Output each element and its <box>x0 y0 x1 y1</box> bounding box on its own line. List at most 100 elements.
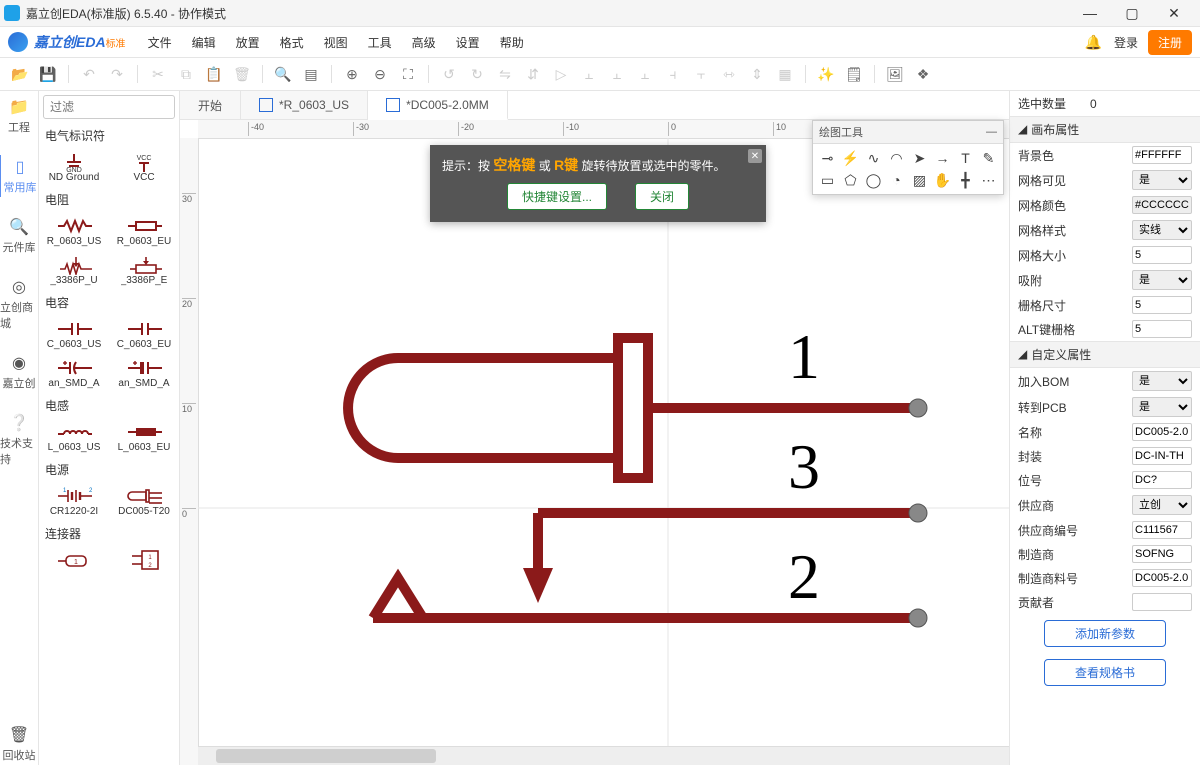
tool-align-bottom-icon[interactable]: ⫠ <box>605 62 629 86</box>
prop-contributor-input[interactable] <box>1132 593 1192 611</box>
draw-pan-icon[interactable]: ✋ <box>932 170 953 190</box>
tool-check-icon[interactable]: 🗒 <box>842 62 866 86</box>
menu-settings[interactable]: 设置 <box>446 34 490 51</box>
tool-search-icon[interactable]: 🔍 <box>271 62 295 86</box>
prop-gridcol-input[interactable] <box>1132 196 1192 214</box>
prop-pkg-input[interactable] <box>1132 447 1192 465</box>
dock-jlc[interactable]: ◉ 嘉立创 <box>0 351 38 393</box>
tool-delete-icon[interactable]: 🗑 <box>230 62 254 86</box>
palette-item-l-eu[interactable]: L_0603_EU <box>109 418 179 457</box>
palette-filter-input[interactable] <box>43 95 175 119</box>
dock-lcsc[interactable]: ◎ 立创商城 <box>0 275 38 333</box>
palette-item-c-eu[interactable]: C_0603_EU <box>109 315 179 354</box>
draw-spline-icon[interactable]: ∿ <box>863 148 884 168</box>
drawing-tools-titlebar[interactable]: 绘图工具 — <box>813 121 1003 144</box>
prop-gridstyle-select[interactable]: 实线 <box>1132 220 1192 240</box>
signup-button[interactable]: 注册 <box>1148 30 1192 55</box>
palette-item-cr1220[interactable]: 12 CR1220-2I <box>39 482 109 521</box>
tool-order-icon[interactable]: ▤ <box>299 62 323 86</box>
tool-flip-h-icon[interactable]: ⇋ <box>493 62 517 86</box>
tool-image-icon[interactable]: 🖼 <box>883 62 907 86</box>
menu-place[interactable]: 放置 <box>226 34 270 51</box>
tool-rotate-left-icon[interactable]: ↺ <box>437 62 461 86</box>
tool-zoom-in-icon[interactable]: ⊕ <box>340 62 364 86</box>
prop-bom-select[interactable]: 是 <box>1132 371 1192 391</box>
scrollbar-thumb[interactable] <box>216 749 436 763</box>
draw-pencil-icon[interactable]: ✎ <box>978 148 999 168</box>
tool-open-icon[interactable]: 📂 <box>8 62 32 86</box>
palette-item-r-us[interactable]: R_0603_US <box>39 212 109 251</box>
tool-distribute-h-icon[interactable]: ⇿ <box>717 62 741 86</box>
palette-item-c-us[interactable]: C_0603_US <box>39 315 109 354</box>
palette-item-conn-1[interactable]: 1 <box>39 546 109 574</box>
drawing-tools-palette[interactable]: 绘图工具 — ⊸ ⚡ ∿ ◠ ➤ → T ✎ ▭ ⬠ ◯ ◔ ▨ ✋ ╋ ⋯ <box>812 120 1004 195</box>
tool-align-center-v-icon[interactable]: ⫟ <box>689 62 713 86</box>
menu-help[interactable]: 帮助 <box>490 34 534 51</box>
prop-mfrno-input[interactable] <box>1132 569 1192 587</box>
tab-r0603[interactable]: *R_0603_US <box>241 91 368 119</box>
palette-item-cap-smd-a1[interactable]: an_SMD_A <box>39 354 109 393</box>
tool-undo-icon[interactable]: ↶ <box>77 62 101 86</box>
add-param-button[interactable]: 添加新参数 <box>1044 620 1166 647</box>
view-spec-button[interactable]: 查看规格书 <box>1044 659 1166 686</box>
draw-image-icon[interactable]: ▨ <box>909 170 930 190</box>
tool-cut-icon[interactable]: ✂ <box>146 62 170 86</box>
window-minimize-button[interactable]: — <box>1076 3 1104 23</box>
prop-altgrid-input[interactable] <box>1132 320 1192 338</box>
menu-format[interactable]: 格式 <box>270 34 314 51</box>
draw-origin-icon[interactable]: ╋ <box>955 170 976 190</box>
tool-paste-icon[interactable]: 📋 <box>202 62 226 86</box>
draw-arrowhead-icon[interactable]: ➤ <box>909 148 930 168</box>
horizontal-scrollbar[interactable] <box>198 746 1009 765</box>
hint-dismiss-button[interactable]: 关闭 <box>635 183 689 210</box>
tool-align-left-icon[interactable]: ▷ <box>549 62 573 86</box>
prop-snap-select[interactable]: 是 <box>1132 270 1192 290</box>
tool-filter-icon[interactable]: ✨ <box>814 62 838 86</box>
tab-start[interactable]: 开始 <box>180 91 241 119</box>
draw-arc-icon[interactable]: ◠ <box>886 148 907 168</box>
tool-redo-icon[interactable]: ↷ <box>105 62 129 86</box>
tool-fit-icon[interactable]: ⛶ <box>396 62 420 86</box>
hint-close-button[interactable]: ✕ <box>748 149 762 163</box>
draw-settings-icon[interactable]: ⋯ <box>978 170 999 190</box>
draw-arrow-icon[interactable]: → <box>932 148 953 168</box>
tool-align-center-h-icon[interactable]: ⫞ <box>661 62 685 86</box>
prop-prefix-input[interactable] <box>1132 471 1192 489</box>
tool-rotate-right-icon[interactable]: ↻ <box>465 62 489 86</box>
tool-copy-icon[interactable]: ⧉ <box>174 62 198 86</box>
palette-item-3386p-e[interactable]: _3386P_E <box>109 251 179 290</box>
draw-text-icon[interactable]: T <box>955 148 976 168</box>
dock-recycle[interactable]: 🗑 回收站 <box>0 723 38 765</box>
palette-item-conn-2[interactable]: 12 <box>109 546 179 574</box>
menu-tools[interactable]: 工具 <box>358 34 402 51</box>
notifications-icon[interactable]: 🔔 <box>1085 34 1102 51</box>
draw-ellipse-icon[interactable]: ◯ <box>863 170 884 190</box>
palette-item-r-eu[interactable]: R_0603_EU <box>109 212 179 251</box>
dock-project[interactable]: 📁 工程 <box>0 95 38 137</box>
login-link[interactable]: 登录 <box>1114 34 1138 51</box>
dock-component-library[interactable]: 🔍 元件库 <box>0 215 38 257</box>
window-close-button[interactable]: ✕ <box>1160 3 1188 23</box>
tool-align-top-icon[interactable]: ⫠ <box>577 62 601 86</box>
prop-name-input[interactable] <box>1132 423 1192 441</box>
tool-zoom-out-icon[interactable]: ⊖ <box>368 62 392 86</box>
prop-bg-input[interactable] <box>1132 146 1192 164</box>
drawing-tools-minimize-icon[interactable]: — <box>986 126 997 138</box>
palette-item-l-us[interactable]: L_0603_US <box>39 418 109 457</box>
hint-shortcut-settings-button[interactable]: 快捷键设置... <box>507 183 607 210</box>
draw-rect-icon[interactable]: ▭ <box>817 170 838 190</box>
prop-mfr-input[interactable] <box>1132 545 1192 563</box>
section-custom-props[interactable]: ◢自定义属性 <box>1010 341 1200 368</box>
palette-item-3386p-u[interactable]: _3386P_U <box>39 251 109 290</box>
dock-common-library[interactable]: ▯ 常用库 <box>0 155 39 197</box>
dock-support[interactable]: ❔ 技术支持 <box>0 411 38 469</box>
tool-save-icon[interactable]: 💾 <box>36 62 60 86</box>
draw-polygon-icon[interactable]: ⬠ <box>840 170 861 190</box>
schematic-symbol[interactable]: 1 3 2 <box>198 138 1009 747</box>
tab-dc005[interactable]: *DC005-2.0MM <box>368 91 508 120</box>
tool-flip-v-icon[interactable]: ⇵ <box>521 62 545 86</box>
prop-gridsize-input[interactable] <box>1132 246 1192 264</box>
draw-pie-icon[interactable]: ◔ <box>886 170 907 190</box>
draw-line-icon[interactable]: ⚡ <box>840 148 861 168</box>
menu-file[interactable]: 文件 <box>138 34 182 51</box>
